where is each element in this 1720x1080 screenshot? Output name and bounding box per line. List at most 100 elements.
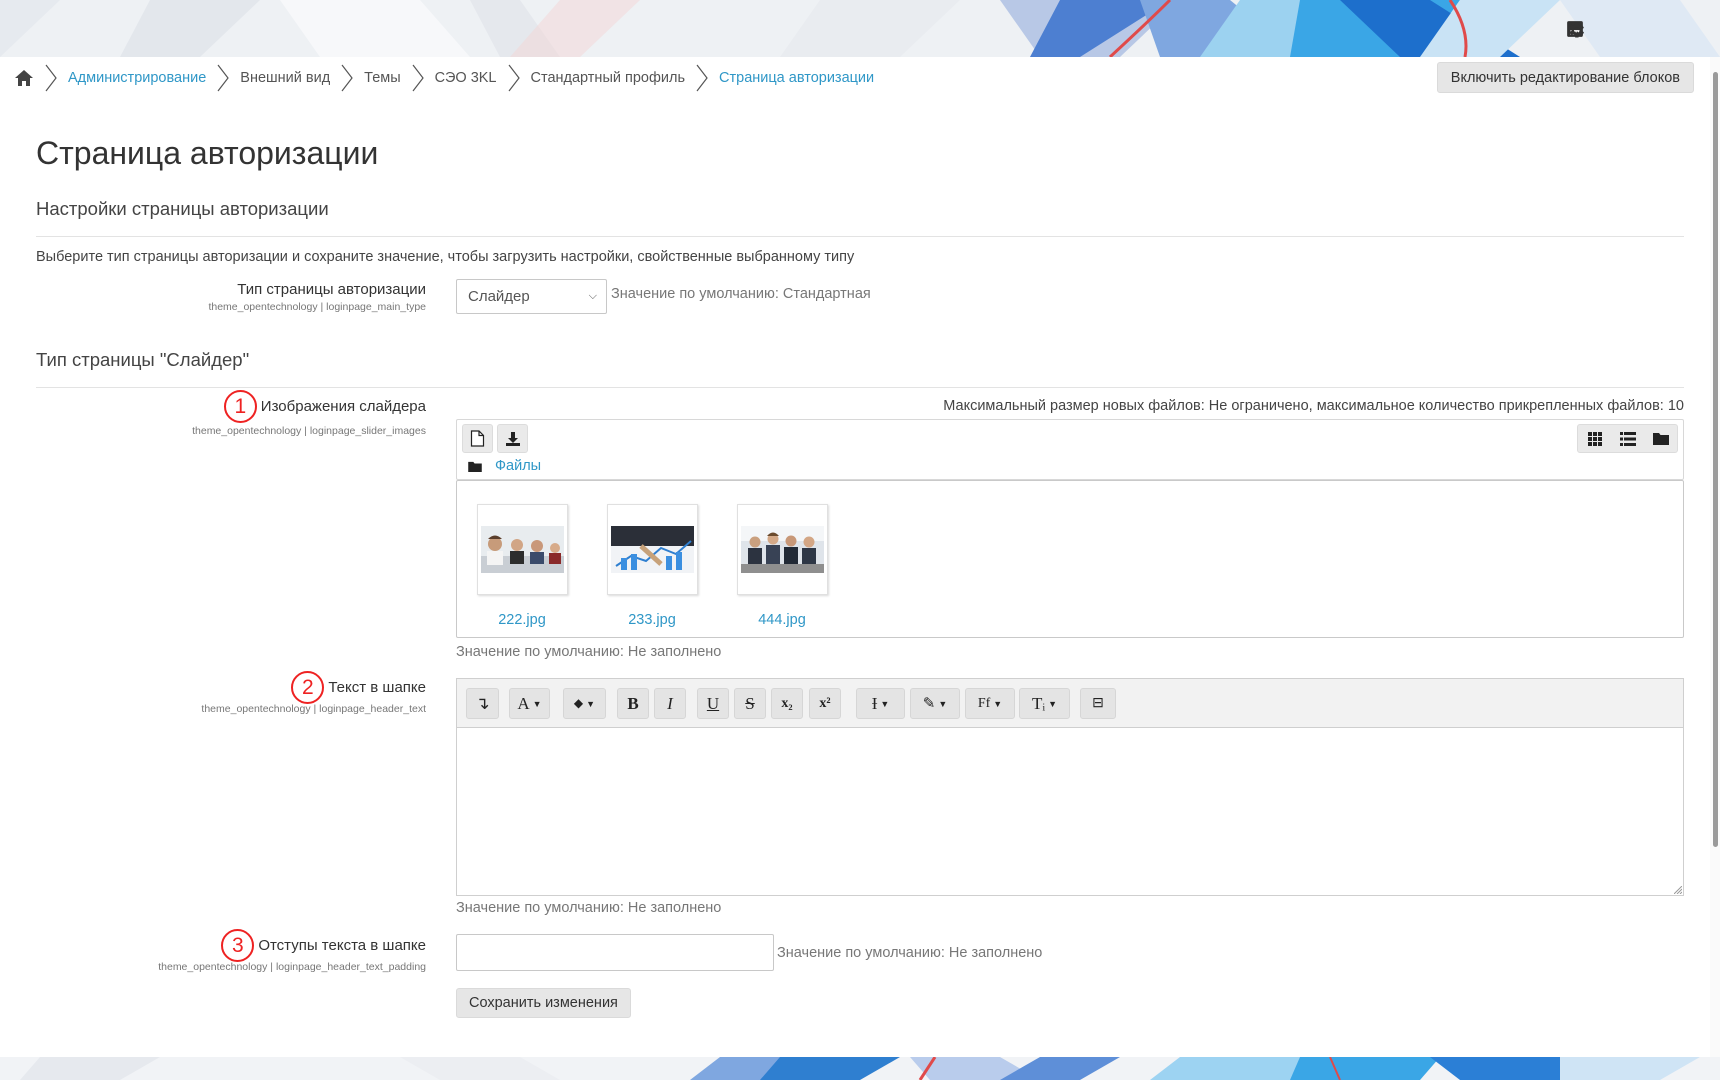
breadcrumb-item-profile[interactable]: Стандартный профиль — [531, 70, 686, 86]
breadcrumb-item-appearance[interactable]: Внешний вид — [240, 70, 330, 86]
header-padding-key: theme_opentechnology | loginpage_header_… — [158, 961, 426, 973]
breadcrumb-item-administration[interactable]: Администрирование — [68, 70, 206, 86]
login-type-select[interactable]: Слайдер ⌵ — [456, 279, 607, 314]
editor-toolbar: ↴ A ▼ ◆ ▼ B I U S x₂ x² Ɨ ▼ ✎ ▼ Ff ▼ Tᵢ ▼ ⊟ — [456, 678, 1684, 728]
header-text-editor[interactable] — [456, 728, 1684, 896]
subscript-button[interactable]: x₂ — [771, 688, 803, 719]
login-type-key: theme_opentechnology | loginpage_main_ty… — [208, 301, 426, 313]
slider-images-key: theme_opentechnology | loginpage_slider_… — [192, 425, 426, 437]
file-icon — [470, 430, 485, 447]
font-color-button[interactable]: ◆ ▼ — [563, 688, 606, 719]
annotation-badge-1: 1 — [223, 390, 257, 423]
color-drop-icon: ◆ — [573, 696, 584, 710]
breadcrumb-separator-icon — [341, 64, 353, 92]
html-button[interactable]: ⊟ — [1080, 688, 1116, 719]
add-file-button[interactable] — [462, 424, 493, 453]
slider-images-label-row: 1 Изображения слайдера — [192, 390, 426, 423]
underline-button[interactable]: U — [697, 688, 729, 719]
header-text-label: Текст в шапке — [328, 679, 426, 696]
resize-handle-icon[interactable] — [1674, 886, 1682, 894]
superscript-icon: x² — [819, 695, 831, 711]
header-padding-label-row: 3 Отступы текста в шапке — [158, 929, 426, 962]
save-icon[interactable] — [1568, 20, 1644, 48]
view-icons-button[interactable] — [1578, 425, 1611, 452]
view-tree-button[interactable] — [1644, 425, 1677, 452]
breadcrumb-separator-icon — [696, 64, 708, 92]
file-thumbnail[interactable] — [737, 504, 828, 595]
header-text-key: theme_opentechnology | loginpage_header_… — [201, 703, 426, 715]
breadcrumb-item-themes[interactable]: Темы — [364, 70, 401, 86]
caret-down-icon: ▼ — [993, 698, 1003, 709]
strikethrough-icon: S — [745, 693, 755, 713]
file-name-link[interactable]: 222.jpg — [472, 612, 572, 628]
caret-down-icon: ▼ — [880, 698, 890, 709]
list-icon — [1619, 431, 1636, 446]
show-more-buttons[interactable]: ↴ — [466, 688, 499, 719]
login-type-default: Значение по умолчанию: Стандартная — [611, 286, 871, 302]
header-text-default: Значение по умолчанию: Не заполнено — [456, 900, 722, 916]
download-all-button[interactable] — [497, 424, 528, 453]
header-actions — [1566, 20, 1694, 48]
login-type-label-block: Тип страницы авторизации theme_opentechn… — [208, 281, 426, 313]
header-padding-input[interactable] — [456, 934, 774, 971]
folder-icon — [1652, 433, 1669, 445]
text-style-icon: Tᵢ — [1031, 693, 1046, 713]
image-thumbnail-444 — [741, 526, 824, 573]
save-changes-button[interactable]: Сохранить изменения — [456, 988, 631, 1018]
home-icon[interactable] — [14, 68, 34, 88]
page-title: Страница авторизации — [36, 135, 379, 171]
file-name-link[interactable]: 444.jpg — [732, 612, 832, 628]
bold-button[interactable]: B — [617, 688, 649, 719]
section-description: Выберите тип страницы авторизации и сохр… — [36, 249, 855, 265]
annotation-badge-3: 3 — [221, 929, 255, 962]
font-size-icon: Ff — [977, 695, 991, 711]
slider-images-label: Изображения слайдера — [260, 398, 426, 415]
breadcrumb-separator-icon — [412, 64, 424, 92]
breadcrumb-separator-icon — [508, 64, 520, 92]
image-thumbnail-233 — [611, 526, 694, 573]
strikethrough-button[interactable]: S — [734, 688, 766, 719]
file-name-link[interactable]: 233.jpg — [602, 612, 702, 628]
file-thumbnail[interactable] — [607, 504, 698, 595]
clear-format-button[interactable]: Ɨ ▼ — [856, 688, 905, 719]
divider — [36, 236, 1684, 237]
html-icon: ⊟ — [1092, 696, 1104, 711]
header-padding-label: Отступы текста в шапке — [258, 937, 426, 954]
file-thumbnail[interactable] — [477, 504, 568, 595]
font-icon: A — [517, 693, 530, 713]
italic-button[interactable]: I — [654, 688, 686, 719]
font-size-button[interactable]: Ff ▼ — [965, 688, 1015, 719]
filemanager-path: Файлы — [468, 458, 541, 474]
download-icon — [505, 431, 520, 446]
gear-icon[interactable] — [1569, 20, 1694, 48]
breadcrumb-separator-icon — [45, 64, 57, 92]
italic-icon: I — [667, 693, 673, 713]
header-banner — [0, 0, 1720, 57]
grid-icon — [1587, 431, 1602, 446]
superscript-button[interactable]: x² — [809, 688, 841, 719]
login-type-label: Тип страницы авторизации — [237, 281, 426, 298]
filemanager-files-area[interactable]: 222.jpg 233.jpg 444.jpg — [456, 480, 1684, 638]
scrollbar-thumb[interactable] — [1713, 72, 1718, 847]
footer-banner — [0, 1057, 1720, 1080]
edit-blocks-button[interactable]: Включить редактирование блоков — [1436, 62, 1694, 93]
bold-icon: B — [627, 693, 639, 713]
section-heading-slider-type: Тип страницы "Слайдер" — [36, 349, 250, 370]
footer-graphic — [0, 1057, 1720, 1080]
slider-images-default: Значение по умолчанию: Не заполнено — [456, 644, 722, 660]
file-limits-info: Максимальный размер новых файлов: Не огр… — [943, 398, 1684, 414]
brush-button[interactable]: ✎ ▼ — [910, 688, 960, 719]
view-list-button[interactable] — [1611, 425, 1644, 452]
image-thumbnail-222 — [481, 526, 564, 573]
path-files-link[interactable]: Файлы — [495, 458, 541, 474]
breadcrumb-item-login-page[interactable]: Страница авторизации — [719, 70, 874, 86]
folder-icon — [468, 461, 482, 472]
breadcrumb-item-theme[interactable]: СЭО 3KL — [435, 70, 497, 86]
clear-format-icon: Ɨ — [871, 693, 878, 713]
brush-icon: ✎ — [922, 696, 936, 712]
chevron-down-icon: ⌵ — [588, 290, 597, 302]
text-style-button[interactable]: Tᵢ ▼ — [1019, 688, 1070, 719]
font-family-button[interactable]: A ▼ — [509, 688, 550, 719]
banner-graphic — [0, 0, 1720, 57]
collapse-icon: ↴ — [475, 693, 490, 713]
